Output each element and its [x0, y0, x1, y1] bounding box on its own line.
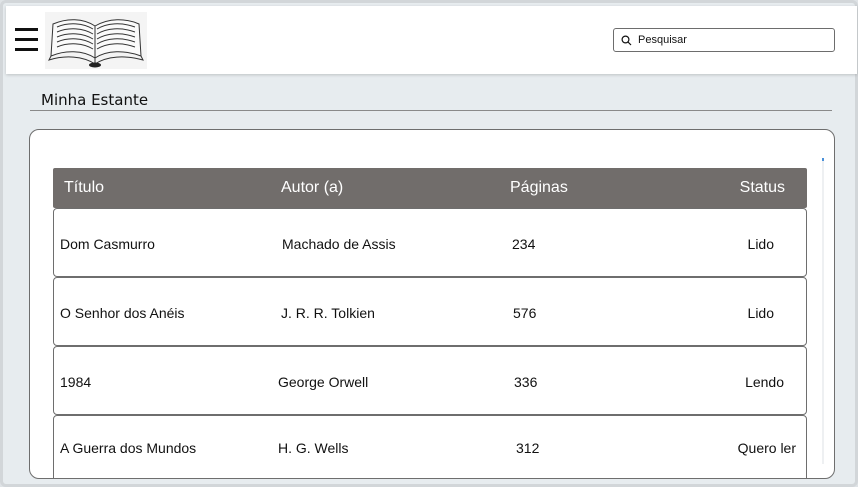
cell-author: Machado de Assis — [282, 236, 396, 252]
search-input[interactable] — [638, 30, 828, 50]
cell-pages: 336 — [514, 374, 538, 390]
column-header-author[interactable]: Autor (a) — [281, 179, 343, 197]
cell-status: Lido — [747, 305, 774, 321]
cell-pages: 234 — [512, 236, 536, 252]
title-divider — [30, 110, 832, 111]
cell-status: Lido — [747, 236, 774, 252]
table-row[interactable]: 1984 George Orwell 336 Lendo — [53, 346, 807, 415]
cell-status: Lendo — [745, 374, 784, 390]
hamburger-menu-icon[interactable] — [15, 28, 38, 54]
cell-pages: 576 — [513, 305, 537, 321]
column-header-status[interactable]: Status — [740, 179, 785, 197]
open-book-icon — [45, 12, 147, 69]
search-box[interactable] — [613, 28, 835, 52]
top-bar — [6, 6, 857, 74]
scrollbar-thumb[interactable] — [822, 158, 824, 161]
cell-pages: 312 — [516, 440, 540, 456]
cell-status: Quero ler — [737, 440, 796, 456]
cell-title: Dom Casmurro — [60, 236, 155, 252]
table-row[interactable]: A Guerra dos Mundos H. G. Wells 312 Quer… — [53, 415, 807, 478]
cell-author: J. R. R. Tolkien — [281, 305, 375, 321]
table-row[interactable]: Dom Casmurro Machado de Assis 234 Lido — [53, 208, 807, 277]
scrollbar[interactable] — [822, 158, 824, 464]
cell-author: H. G. Wells — [278, 440, 349, 456]
app-frame: Minha Estante Título Autor (a) Páginas S… — [0, 0, 858, 487]
cell-title: 1984 — [60, 374, 92, 390]
search-icon — [614, 29, 638, 51]
column-header-title[interactable]: Título — [64, 179, 104, 197]
bookshelf-card: Título Autor (a) Páginas Status Dom Casm… — [29, 129, 835, 479]
column-header-pages[interactable]: Páginas — [510, 179, 568, 197]
cell-title: A Guerra dos Mundos — [60, 440, 197, 456]
cell-author: George Orwell — [278, 374, 369, 390]
page-title: Minha Estante — [41, 91, 149, 109]
cell-title: O Senhor dos Anéis — [60, 305, 185, 321]
table-header: Título Autor (a) Páginas Status — [53, 168, 807, 208]
table-row[interactable]: O Senhor dos Anéis J. R. R. Tolkien 576 … — [53, 277, 807, 346]
